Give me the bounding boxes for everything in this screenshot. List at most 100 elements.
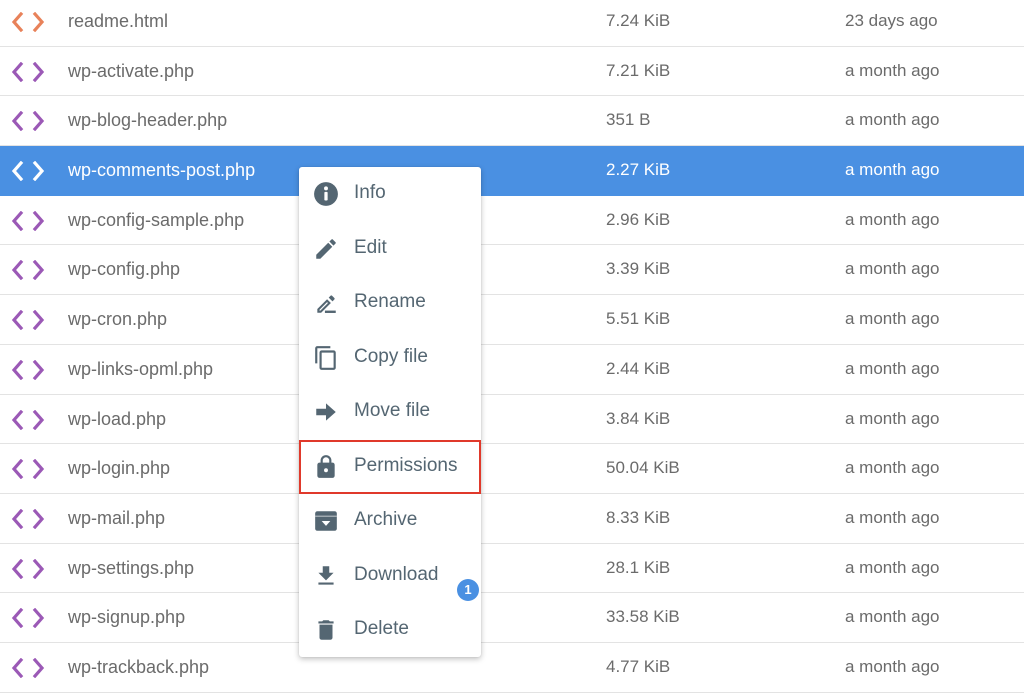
menu-item-label: Rename (354, 291, 426, 312)
code-icon (11, 210, 45, 232)
file-modified: a month ago (845, 458, 940, 478)
file-row[interactable]: wp-settings.php 28.1 KiB a month ago (0, 544, 1024, 594)
code-icon (11, 458, 45, 480)
file-row[interactable]: readme.html 7.24 KiB 23 days ago (0, 0, 1024, 47)
file-modified: a month ago (845, 358, 940, 378)
file-row[interactable]: wp-links-opml.php 2.44 KiB a month ago (0, 345, 1024, 395)
code-icon (11, 160, 45, 182)
file-size: 7.24 KiB (606, 11, 671, 30)
code-icon (11, 111, 45, 132)
file-row[interactable]: wp-login.php 50.04 KiB a month ago (0, 444, 1024, 494)
file-name: wp-mail.php (68, 507, 166, 528)
code-icon (11, 409, 45, 430)
file-row[interactable]: wp-signup.php 33.58 KiB a month ago (0, 593, 1024, 643)
file-name: wp-settings.php (68, 557, 195, 578)
copy-icon (313, 345, 339, 371)
file-name: wp-config-sample.php (68, 209, 245, 230)
file-modified: a month ago (845, 110, 940, 130)
file-size: 7.21 KiB (606, 60, 671, 80)
lock-icon (313, 454, 339, 480)
menu-item-move-file[interactable]: Move file (299, 385, 481, 439)
file-name: wp-activate.php (68, 60, 195, 81)
file-modified: a month ago (845, 209, 940, 229)
menu-item-label: Delete (354, 618, 409, 639)
menu-item-label: Download (354, 563, 439, 585)
file-size: 50.04 KiB (606, 458, 680, 478)
file-modified: a month ago (845, 259, 940, 279)
file-row[interactable]: wp-load.php 3.84 KiB a month ago (0, 395, 1024, 445)
file-name: wp-login.php (68, 458, 171, 479)
file-row[interactable]: wp-blog-header.php 351 B a month ago (0, 96, 1024, 147)
file-modified: 23 days ago (845, 11, 938, 30)
file-size: 28.1 KiB (606, 557, 671, 577)
file-modified: a month ago (845, 408, 940, 428)
trash-icon (313, 617, 339, 643)
file-modified: a month ago (845, 60, 940, 80)
code-icon (11, 260, 45, 281)
menu-item-copy-file[interactable]: Copy file (299, 331, 481, 385)
pencil-icon (313, 236, 339, 262)
code-icon (11, 607, 45, 629)
menu-item-download[interactable]: Download (299, 549, 481, 603)
file-name: wp-links-opml.php (68, 358, 214, 379)
menu-item-edit[interactable]: Edit (299, 222, 481, 276)
file-row[interactable]: wp-activate.php 7.21 KiB a month ago (0, 47, 1024, 97)
file-list: readme.html 7.24 KiB 23 days ago wp-activat… (0, 0, 1024, 693)
menu-item-label: Info (354, 182, 386, 203)
file-name: wp-load.php (68, 408, 167, 429)
file-name: wp-signup.php (68, 607, 186, 628)
file-row[interactable]: wp-config-sample.php 2.96 KiB a month ago (0, 196, 1024, 246)
file-name: wp-config.php (68, 259, 181, 280)
file-row[interactable]: wp-trackback.php 4.77 KiB a month ago (0, 643, 1024, 693)
file-row[interactable]: wp-config.php 3.39 KiB a month ago (0, 245, 1024, 296)
code-icon (11, 61, 45, 82)
code-icon (11, 11, 45, 33)
file-size: 2.96 KiB (606, 209, 671, 229)
menu-item-permissions[interactable]: Permissions (299, 439, 481, 494)
menu-item-label: Edit (354, 236, 387, 258)
menu-item-label: Archive (354, 509, 418, 530)
file-row[interactable]: wp-cron.php 5.51 KiB a month ago (0, 295, 1024, 345)
file-name: wp-trackback.php (68, 656, 210, 677)
file-size: 3.39 KiB (606, 259, 671, 279)
file-size: 5.51 KiB (606, 309, 671, 329)
file-name: wp-blog-header.php (68, 110, 228, 131)
file-name: wp-comments-post.php (68, 160, 256, 181)
file-modified: a month ago (845, 557, 940, 577)
rename-icon (313, 290, 339, 316)
file-modified: a month ago (845, 507, 940, 527)
menu-item-archive[interactable]: Archive (299, 494, 481, 548)
menu-item-label: Copy file (354, 345, 428, 367)
file-size: 351 B (606, 110, 651, 130)
file-size: 2.27 KiB (606, 160, 671, 180)
code-icon (11, 657, 45, 679)
file-size: 3.84 KiB (606, 408, 671, 428)
code-icon (11, 359, 45, 381)
download-icon (313, 563, 339, 589)
code-icon (11, 558, 45, 579)
file-size: 4.77 KiB (606, 656, 671, 676)
menu-item-rename[interactable]: Rename (299, 276, 481, 330)
menu-item-delete[interactable]: Delete (299, 603, 481, 657)
archive-icon (313, 508, 339, 534)
file-name: readme.html (68, 11, 169, 31)
menu-item-label: Permissions (354, 454, 458, 476)
code-icon (11, 309, 45, 331)
file-size: 8.33 KiB (606, 507, 671, 527)
file-row[interactable]: wp-comments-post.php 2.27 KiB a month ago (0, 146, 1024, 196)
file-name: wp-cron.php (68, 309, 168, 330)
code-icon (11, 508, 45, 530)
step-badge: 1 (457, 579, 479, 601)
context-menu: Info Edit Rename Copy file Move file Permissi… (299, 167, 481, 657)
file-modified: a month ago (845, 656, 940, 676)
file-row[interactable]: wp-mail.php 8.33 KiB a month ago (0, 494, 1024, 544)
file-modified: a month ago (845, 607, 940, 627)
menu-item-label: Move file (354, 400, 431, 421)
info-icon (313, 181, 339, 207)
file-size: 2.44 KiB (606, 358, 671, 378)
file-modified: a month ago (845, 309, 940, 329)
file-size: 33.58 KiB (606, 607, 680, 627)
arrow-right-icon (313, 399, 339, 425)
menu-item-info[interactable]: Info (299, 167, 481, 221)
file-modified: a month ago (845, 160, 940, 180)
